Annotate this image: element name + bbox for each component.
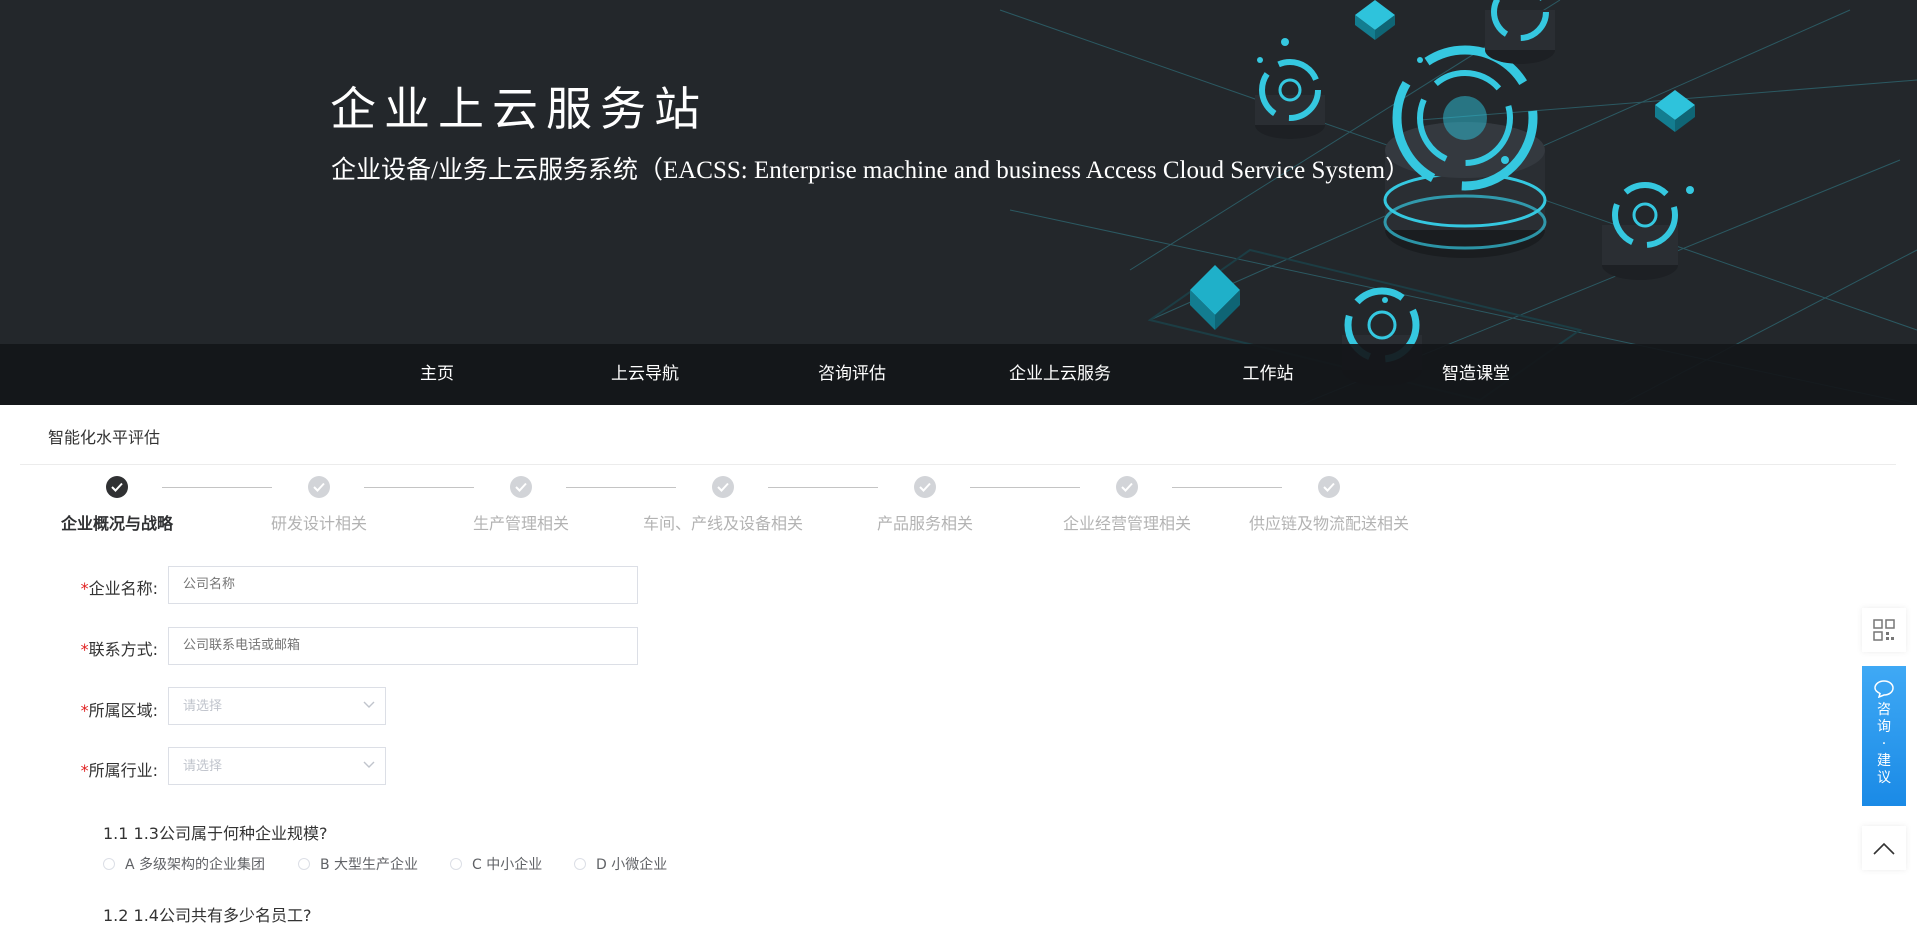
radio-option-d[interactable]: D 小微企业 <box>574 854 667 874</box>
step-label-workshop[interactable]: 车间、产线及设备相关 <box>643 510 803 534</box>
step-4-check-icon[interactable] <box>712 476 734 498</box>
nav-item-enterprise-cloud[interactable]: 企业上云服务 <box>1009 344 1111 405</box>
site-subtitle: 企业设备/业务上云服务系统（EACSS: Enterprise machine … <box>331 157 1411 184</box>
radio-option-b[interactable]: B 大型生产企业 <box>298 854 418 874</box>
nav-item-cloud-guide[interactable]: 上云导航 <box>611 344 679 405</box>
nav-item-smart-class[interactable]: 智造课堂 <box>1442 344 1510 405</box>
step-label-production[interactable]: 生产管理相关 <box>473 510 569 534</box>
step-6-check-icon[interactable] <box>1116 476 1138 498</box>
step-label-supply-chain[interactable]: 供应链及物流配送相关 <box>1249 510 1409 534</box>
chevron-down-icon <box>363 701 375 708</box>
step-connector <box>566 487 676 488</box>
nav-item-home[interactable]: 主页 <box>420 344 454 405</box>
region-select[interactable]: 请选择 <box>168 687 386 725</box>
step-connector <box>1172 487 1282 488</box>
chevron-down-icon <box>363 761 375 768</box>
radio-circle[interactable] <box>450 858 462 870</box>
step-connector <box>970 487 1080 488</box>
radio-circle[interactable] <box>574 858 586 870</box>
chat-bubble-icon <box>1874 680 1894 698</box>
step-7-check-icon[interactable] <box>1318 476 1340 498</box>
industry-label: *所属行业: <box>80 761 158 780</box>
main-nav: 主页 上云导航 咨询评估 企业上云服务 工作站 智造课堂 <box>0 344 1917 405</box>
step-label-product-service[interactable]: 产品服务相关 <box>877 510 973 534</box>
nav-item-consult-assess[interactable]: 咨询评估 <box>818 344 886 405</box>
step-connector <box>162 487 272 488</box>
radio-option-a[interactable]: A 多级架构的企业集团 <box>103 854 265 874</box>
company-name-input[interactable] <box>168 566 638 604</box>
step-label-overview[interactable]: 企业概况与战略 <box>61 510 173 534</box>
radio-circle[interactable] <box>103 858 115 870</box>
site-title: 企业上云服务站 <box>330 82 708 136</box>
page-title: 智能化水平评估 <box>48 428 161 447</box>
chevron-up-icon <box>1873 842 1895 855</box>
consult-suggest-label: 咨询·建议 <box>1877 702 1891 786</box>
qr-code-icon <box>1873 619 1895 641</box>
step-connector <box>364 487 474 488</box>
industry-select[interactable]: 请选择 <box>168 747 386 785</box>
qr-code-button[interactable] <box>1862 608 1906 652</box>
header-banner: 企业上云服务站 企业设备/业务上云服务系统（EACSS: Enterprise … <box>0 0 1917 405</box>
step-3-check-icon[interactable] <box>510 476 532 498</box>
nav-item-workstation[interactable]: 工作站 <box>1243 344 1294 405</box>
step-connector <box>768 487 878 488</box>
region-label: *所属区域: <box>80 701 158 720</box>
radio-circle[interactable] <box>298 858 310 870</box>
contact-label: *联系方式: <box>80 640 158 659</box>
divider <box>20 464 1896 465</box>
question-1-2: 1.2 1.4公司共有多少名员工? <box>103 906 312 925</box>
back-to-top-button[interactable] <box>1862 826 1906 870</box>
step-label-operations[interactable]: 企业经营管理相关 <box>1063 510 1191 534</box>
contact-input[interactable] <box>168 627 638 665</box>
question-1-1: 1.1 1.3公司属于何种企业规模? <box>103 824 328 843</box>
industry-select-placeholder: 请选择 <box>183 759 223 774</box>
company-name-label: *企业名称: <box>80 579 158 598</box>
radio-option-c[interactable]: C 中小企业 <box>450 854 542 874</box>
step-1-check-icon[interactable] <box>106 476 128 498</box>
step-5-check-icon[interactable] <box>914 476 936 498</box>
step-label-rnd[interactable]: 研发设计相关 <box>271 510 367 534</box>
step-2-check-icon[interactable] <box>308 476 330 498</box>
consult-suggest-button[interactable]: 咨询·建议 <box>1862 666 1906 806</box>
region-select-placeholder: 请选择 <box>183 699 223 714</box>
